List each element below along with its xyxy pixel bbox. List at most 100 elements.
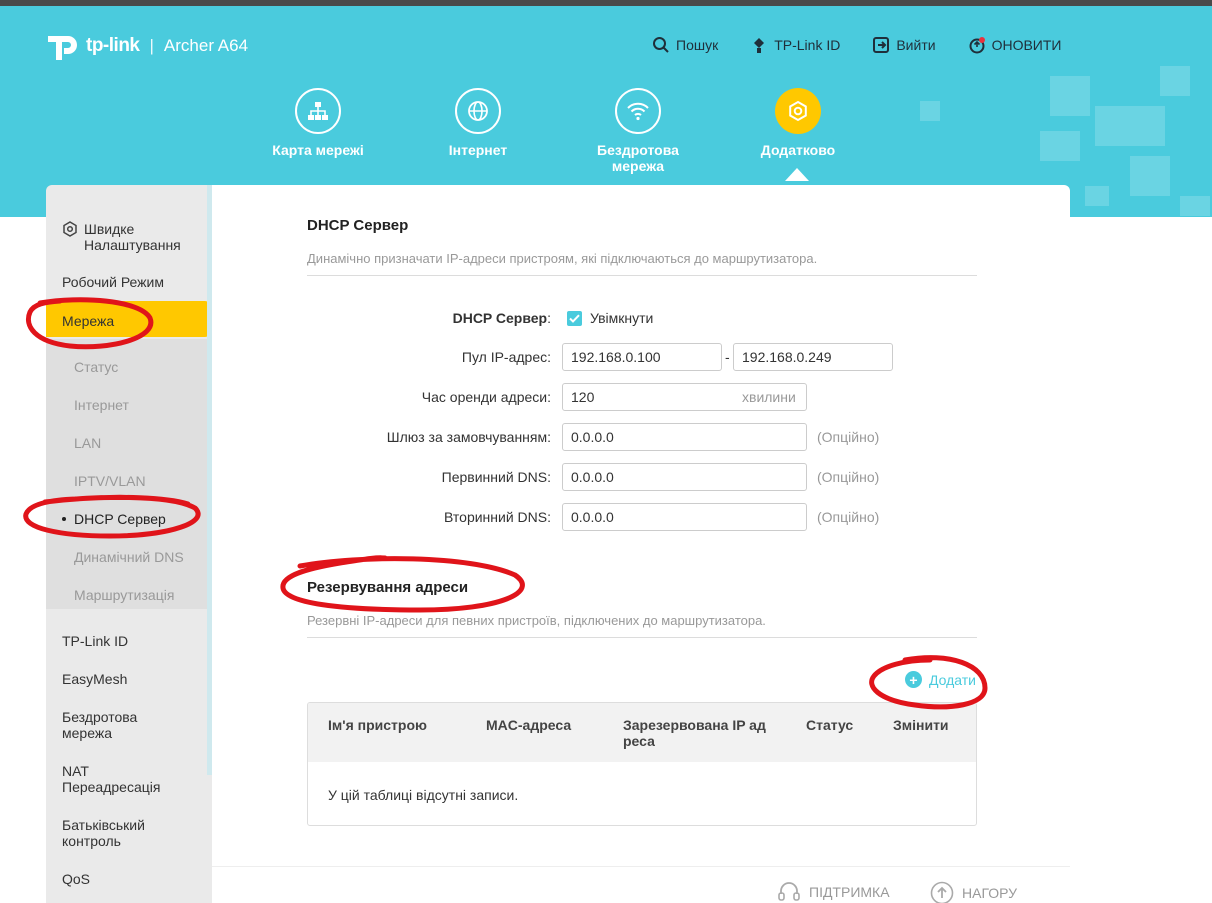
support-link[interactable]: ПІДТРИМКА bbox=[777, 881, 890, 903]
reservation-table: Ім'я пристрою MAC-адреса Зарезервована I… bbox=[307, 702, 977, 826]
footer: ПІДТРИМКА НАГОРУ bbox=[212, 866, 1070, 903]
sidebar-subitem-iptv[interactable]: IPTV/VLAN bbox=[74, 473, 146, 489]
dhcp-server-colon: : bbox=[547, 310, 551, 326]
brand-separator: | bbox=[149, 36, 154, 55]
ip-pool-label: Пул IP-адрес: bbox=[461, 349, 551, 365]
sidebar-item-quick-setup[interactable]: Швидке Налаштування bbox=[62, 221, 194, 253]
gateway-optional: (Опційно) bbox=[817, 429, 880, 445]
decor-square bbox=[1180, 196, 1210, 216]
sidebar-subitem-ddns[interactable]: Динамічний DNS bbox=[74, 549, 184, 565]
gateway-label: Шлюз за замовчуванням: bbox=[386, 429, 551, 445]
update-label: ОНОВИТИ bbox=[991, 37, 1062, 53]
secondary-dns-optional: (Опційно) bbox=[817, 509, 880, 525]
tab-wireless-label: Бездротова мережа bbox=[597, 142, 679, 174]
logout-label: Вийти bbox=[896, 37, 936, 53]
sidebar-subitem-status[interactable]: Статус bbox=[74, 359, 118, 375]
network-map-icon bbox=[295, 88, 341, 134]
back-to-top-link[interactable]: НАГОРУ bbox=[930, 881, 1017, 903]
dhcp-server-label-text: DHCP Сервер bbox=[452, 310, 548, 326]
tab-advanced[interactable]: Додатково bbox=[738, 88, 858, 158]
logout-icon bbox=[873, 37, 890, 53]
primary-dns-input[interactable] bbox=[562, 463, 807, 491]
search-button[interactable]: Пошук bbox=[652, 36, 718, 54]
sidebar-subitem-lan[interactable]: LAN bbox=[74, 435, 101, 451]
check-icon bbox=[569, 314, 580, 323]
secondary-dns-input[interactable] bbox=[562, 503, 807, 531]
sidebar-item-operation-mode[interactable]: Робочий Режим bbox=[62, 274, 164, 290]
tab-network-map[interactable]: Карта мережі bbox=[258, 88, 378, 158]
arrow-up-circle-icon bbox=[930, 881, 954, 903]
decor-square bbox=[1085, 186, 1109, 206]
dhcp-enable-checkbox[interactable] bbox=[567, 311, 582, 326]
dhcp-server-label: DHCP Сервер: bbox=[453, 310, 551, 326]
search-label: Пошук bbox=[676, 37, 719, 53]
column-modify: Змінити bbox=[893, 717, 949, 733]
plus-circle-icon: + bbox=[905, 671, 922, 688]
sidebar: Швидке Налаштування Робочий Режим Мережа… bbox=[46, 185, 212, 903]
primary-dns-optional: (Опційно) bbox=[817, 469, 880, 485]
globe-icon bbox=[455, 88, 501, 134]
add-reservation-button[interactable]: + Додати bbox=[905, 671, 976, 688]
sidebar-submenu: Статус Інтернет LAN IPTV/VLAN DHCP Серве… bbox=[46, 339, 208, 609]
tab-internet-label: Інтернет bbox=[448, 142, 508, 158]
column-mac-address: MAC-адреса bbox=[486, 717, 572, 733]
tab-advanced-label: Додатково bbox=[760, 142, 836, 158]
reservation-section-title: Резервування адреси bbox=[307, 579, 469, 596]
column-reserved-ip: Зарезервована IP ад реса bbox=[623, 717, 766, 749]
lease-time-label: Час оренди адреси: bbox=[421, 389, 551, 405]
reservation-section-desc: Резервні IP-адреси для певних пристроїв,… bbox=[307, 613, 766, 628]
main-panel: DHCP Сервер Динамічно призначати IP-адре… bbox=[212, 185, 1070, 860]
top-actions: Пошук TP-Link ID Вийти ОНОВИТИ bbox=[652, 36, 1093, 54]
sidebar-subitem-dhcp-label: DHCP Сервер bbox=[74, 511, 166, 527]
main-nav: Карта мережі Інтернет Бездротова мережа … bbox=[0, 88, 1212, 188]
ip-pool-dash: - bbox=[725, 349, 730, 365]
tab-internet[interactable]: Інтернет bbox=[418, 88, 538, 158]
add-reservation-label: Додати bbox=[929, 671, 976, 688]
reservation-table-header: Ім'я пристрою MAC-адреса Зарезервована I… bbox=[308, 703, 976, 762]
dhcp-section-title: DHCP Сервер bbox=[307, 217, 409, 234]
gateway-input[interactable] bbox=[562, 423, 807, 451]
tplink-logo-icon bbox=[44, 28, 80, 64]
lease-time-unit: хвилини bbox=[742, 389, 796, 405]
advanced-gear-icon bbox=[775, 88, 821, 134]
dhcp-enable-label: Увімкнути bbox=[590, 310, 654, 326]
column-device-name: Ім'я пристрою bbox=[328, 717, 427, 733]
sidebar-subitem-internet[interactable]: Інтернет bbox=[74, 397, 129, 413]
sidebar-item-quick-setup-label: Швидке Налаштування bbox=[84, 221, 181, 253]
support-label: ПІДТРИМКА bbox=[809, 884, 890, 900]
ip-pool-end-input[interactable] bbox=[733, 343, 893, 371]
wifi-icon bbox=[615, 88, 661, 134]
update-button[interactable]: ОНОВИТИ bbox=[968, 36, 1062, 54]
brand-name: tp-link bbox=[86, 35, 140, 56]
tab-network-map-label: Карта мережі bbox=[272, 142, 364, 158]
tplink-id-icon bbox=[754, 38, 765, 53]
sidebar-item-qos[interactable]: QoS bbox=[62, 871, 90, 887]
table-empty-message: У цій таблиці відсутні записи. bbox=[328, 787, 519, 803]
quick-setup-icon bbox=[63, 221, 77, 237]
sidebar-item-tplink-id[interactable]: TP-Link ID bbox=[62, 633, 128, 649]
brand-logo[interactable]: tp-link | Archer A64 bbox=[44, 28, 248, 64]
logout-button[interactable]: Вийти bbox=[872, 36, 936, 54]
reservation-divider bbox=[307, 637, 977, 638]
primary-dns-label: Первинний DNS: bbox=[441, 469, 551, 485]
sidebar-item-wireless[interactable]: Бездротова мережа bbox=[62, 709, 172, 741]
update-icon bbox=[969, 37, 985, 54]
sidebar-subitem-routing[interactable]: Маршрутизація bbox=[74, 587, 174, 603]
dhcp-divider bbox=[307, 275, 977, 276]
tab-wireless[interactable]: Бездротова мережа bbox=[578, 88, 698, 174]
sidebar-item-easymesh[interactable]: EasyMesh bbox=[62, 671, 127, 687]
tplink-id-label: TP-Link ID bbox=[774, 37, 841, 53]
tplink-id-button[interactable]: TP-Link ID bbox=[750, 36, 840, 54]
sidebar-item-parental[interactable]: Батьківський контроль bbox=[62, 817, 172, 849]
headset-icon bbox=[778, 882, 800, 901]
sidebar-item-nat[interactable]: NAT Переадресація bbox=[62, 763, 172, 795]
active-dot bbox=[62, 517, 66, 521]
back-to-top-label: НАГОРУ bbox=[962, 885, 1018, 901]
column-status: Статус bbox=[806, 717, 854, 733]
sidebar-subitem-dhcp[interactable]: DHCP Сервер bbox=[62, 511, 166, 527]
model-name: Archer A64 bbox=[163, 36, 249, 55]
active-tab-pointer bbox=[785, 168, 809, 181]
secondary-dns-label: Вторинний DNS: bbox=[444, 509, 551, 525]
ip-pool-start-input[interactable] bbox=[562, 343, 722, 371]
sidebar-item-network[interactable]: Мережа bbox=[62, 313, 114, 329]
